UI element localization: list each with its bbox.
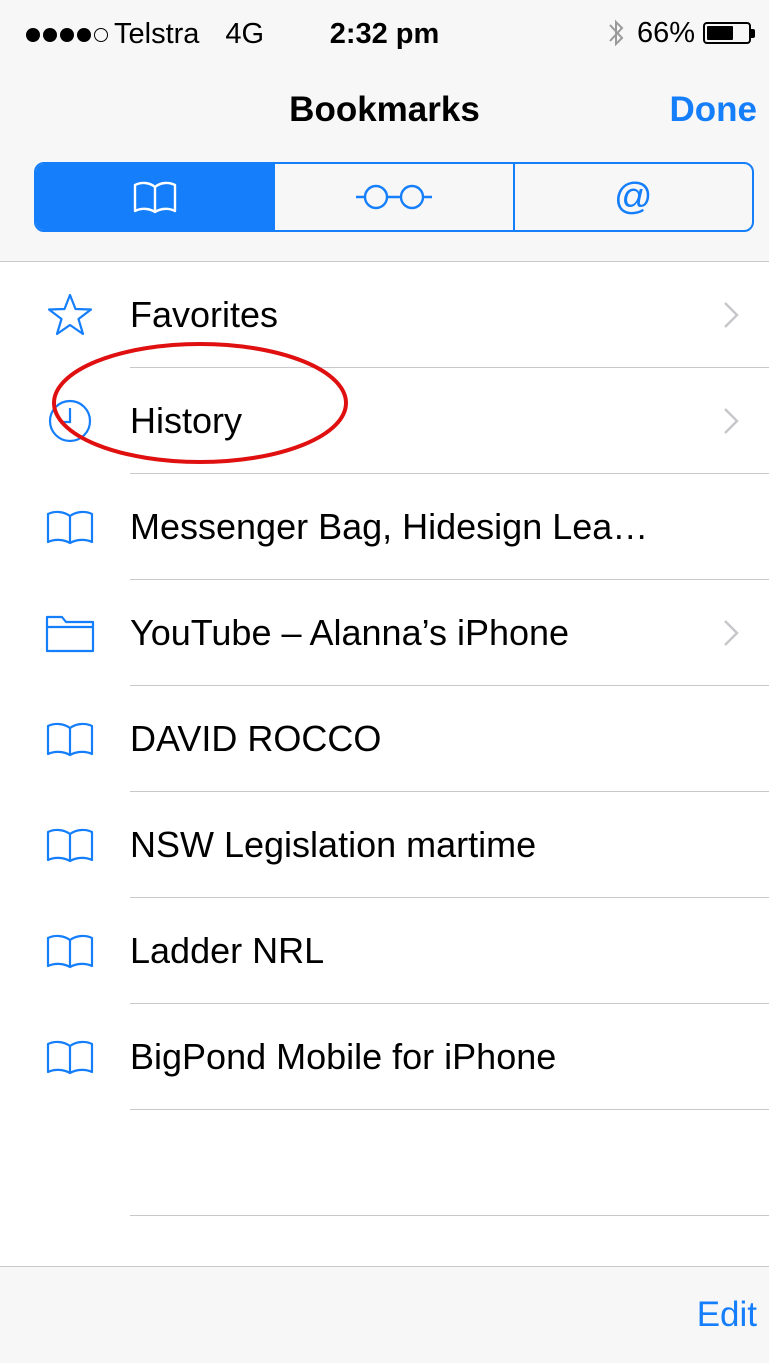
- list-item-bookmark[interactable]: DAVID ROCCO: [0, 686, 769, 792]
- book-icon: [133, 181, 176, 214]
- list-item-label: Ladder NRL: [130, 930, 325, 971]
- chevron-right-icon: [724, 408, 739, 434]
- list-item-label: Messenger Bag, Hidesign Lea…: [130, 506, 649, 547]
- list-item-label: NSW Legislation martime: [130, 824, 537, 865]
- folder-icon: [44, 607, 96, 659]
- chevron-right-icon: [724, 302, 739, 328]
- empty-row: [0, 1110, 769, 1216]
- bluetooth-icon: [609, 19, 624, 47]
- list-item-history[interactable]: History: [0, 368, 769, 474]
- list-item-bookmark[interactable]: Messenger Bag, Hidesign Lea…: [0, 474, 769, 580]
- at-sign-icon: @: [614, 175, 653, 218]
- top-bar: Telstra 4G 2:32 pm 66% Bookmarks Done @: [0, 0, 769, 262]
- list-item-label: Favorites: [130, 294, 279, 335]
- bottom-toolbar: Edit: [0, 1266, 769, 1363]
- list-item-bookmark[interactable]: NSW Legislation martime: [0, 792, 769, 898]
- list-item-label: DAVID ROCCO: [130, 718, 382, 759]
- page-title: Bookmarks: [289, 90, 480, 129]
- chevron-right-icon: [724, 620, 739, 646]
- bookmarks-list: Favorites History Messenger Bag, Hidesig…: [0, 262, 769, 1216]
- tab-reading-list[interactable]: [273, 164, 512, 230]
- tab-shared-links[interactable]: @: [512, 164, 752, 230]
- book-icon: [44, 1031, 96, 1083]
- list-item-label: History: [130, 400, 243, 441]
- list-item-folder[interactable]: YouTube – Alanna’s iPhone: [0, 580, 769, 686]
- edit-button[interactable]: Edit: [697, 1295, 757, 1335]
- clock-icon: [44, 395, 96, 447]
- list-item-label: YouTube – Alanna’s iPhone: [130, 612, 570, 653]
- list-item-bookmark[interactable]: Ladder NRL: [0, 898, 769, 1004]
- book-icon: [44, 501, 96, 553]
- status-bar: Telstra 4G 2:32 pm 66%: [0, 0, 769, 70]
- list-item-bookmark[interactable]: BigPond Mobile for iPhone: [0, 1004, 769, 1110]
- battery-icon: [703, 22, 751, 44]
- book-icon: [44, 713, 96, 765]
- book-icon: [44, 819, 96, 871]
- tab-bookmarks[interactable]: [36, 164, 274, 230]
- done-button[interactable]: Done: [670, 90, 758, 130]
- list-item-favorites[interactable]: Favorites: [0, 262, 769, 368]
- glasses-icon: [355, 184, 432, 210]
- list-item-label: BigPond Mobile for iPhone: [130, 1036, 557, 1077]
- book-icon: [44, 925, 96, 977]
- battery-percentage: 66%: [636, 16, 695, 49]
- bookmarks-segmented-control: @: [34, 162, 754, 232]
- star-icon: [44, 289, 96, 341]
